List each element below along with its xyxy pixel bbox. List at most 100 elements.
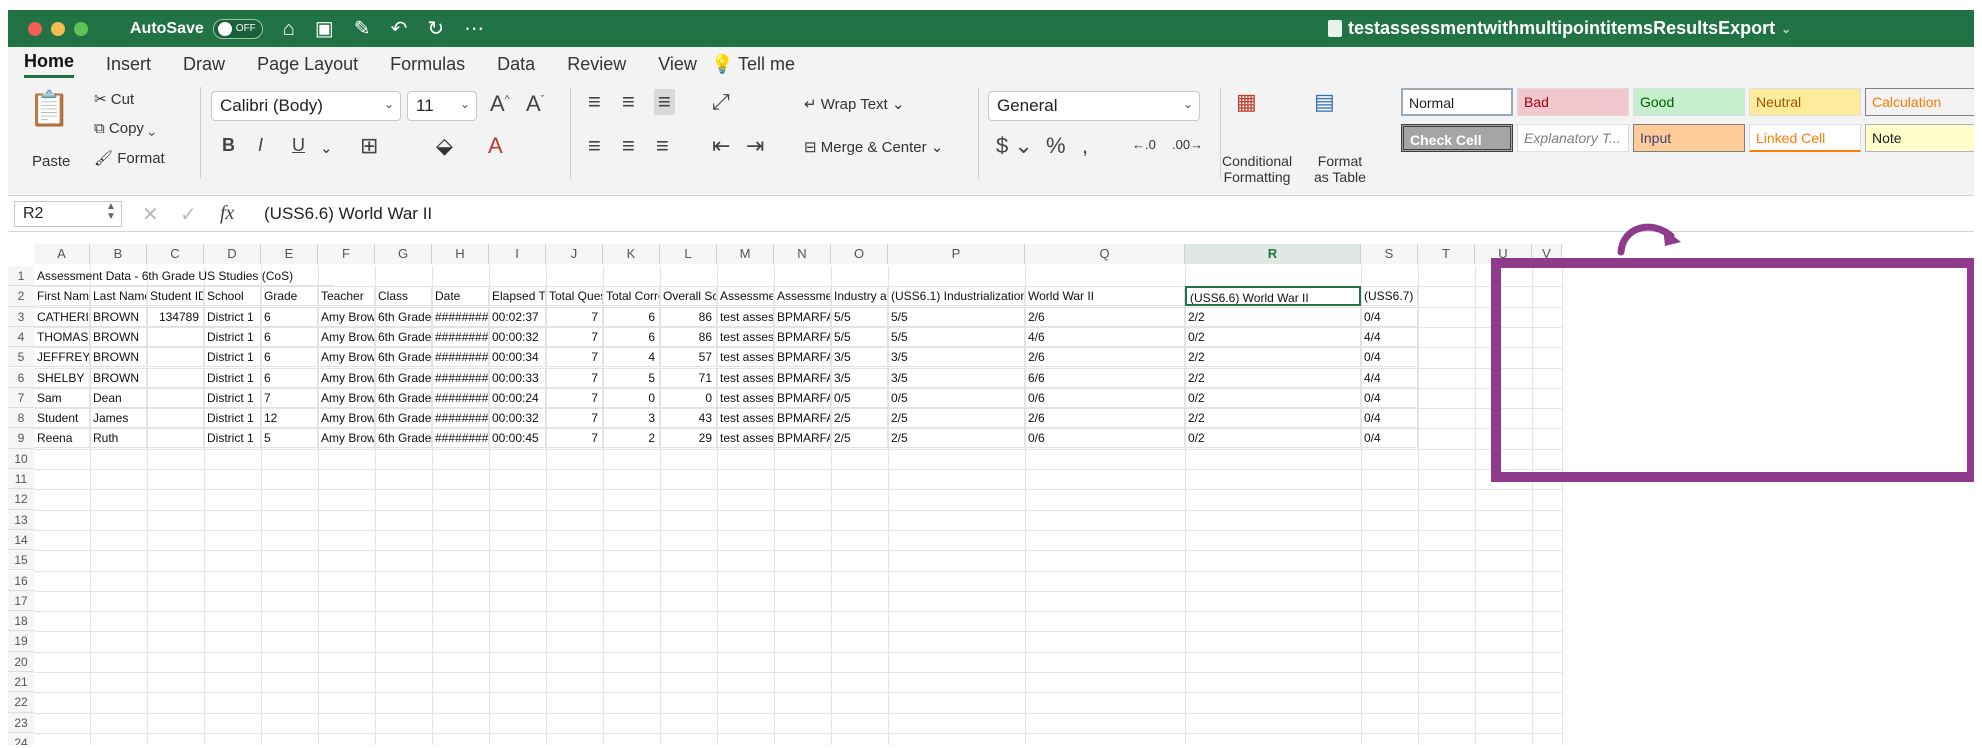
tab-data[interactable]: Data [497, 54, 535, 75]
cell-i4[interactable]: 00:00:32 [489, 326, 546, 347]
cell-i3[interactable]: 00:02:37 [489, 306, 546, 327]
cell-s8[interactable]: 0/4 [1361, 408, 1418, 429]
increase-decimal-icon[interactable]: ←.0 [1132, 137, 1156, 152]
cell-b2[interactable]: Last Name [90, 286, 147, 307]
cell-r6[interactable]: 2/2 [1185, 367, 1361, 388]
cell-l4[interactable]: 86 [660, 326, 717, 347]
cell-k6[interactable]: 5 [603, 367, 660, 388]
style-good[interactable]: Good [1633, 88, 1745, 116]
cell-h6[interactable]: ######### [432, 367, 489, 388]
cell-q4[interactable]: 4/6 [1025, 326, 1185, 347]
column-header-a[interactable]: A [34, 244, 90, 264]
cell-k8[interactable]: 3 [603, 408, 660, 429]
cell-a5[interactable]: JEFFREY [34, 347, 90, 368]
cell-f7[interactable]: Amy Brown [318, 387, 375, 408]
percent-icon[interactable]: % [1046, 133, 1066, 159]
fill-color-icon[interactable]: ⬙ [436, 133, 453, 159]
cell-k5[interactable]: 4 [603, 347, 660, 368]
enter-icon[interactable]: ✓ [180, 202, 197, 227]
bold-button[interactable]: B [222, 135, 235, 156]
cell-n2[interactable]: Assessment [774, 286, 831, 307]
cell-j2[interactable]: Total Quest [546, 286, 603, 307]
autosave-toggle[interactable]: OFF [212, 18, 263, 39]
cell-i8[interactable]: 00:00:32 [489, 408, 546, 429]
cell-q9[interactable]: 0/6 [1025, 428, 1185, 449]
cell-g7[interactable]: 6th Grade S [375, 387, 432, 408]
cell-p5[interactable]: 3/5 [888, 347, 1025, 368]
name-box-stepper-icon[interactable]: ▲ ▼ [106, 202, 116, 222]
cell-a9[interactable]: Reena [34, 428, 90, 449]
column-header-t[interactable]: T [1418, 244, 1475, 264]
borders-icon[interactable]: ⊞ [360, 133, 378, 159]
row-header-20[interactable]: 20 [8, 651, 34, 672]
column-header-k[interactable]: K [603, 244, 660, 264]
cell-a8[interactable]: Student [34, 408, 90, 429]
cell-l9[interactable]: 29 [660, 428, 717, 449]
cell-r2[interactable]: (USS6.6) World War II [1185, 286, 1361, 307]
row-header-1[interactable]: 1 [8, 266, 34, 287]
cell-e2[interactable]: Grade [261, 286, 318, 307]
font-color-icon[interactable]: A [488, 133, 503, 159]
cell-p8[interactable]: 2/5 [888, 408, 1025, 429]
cell-m5[interactable]: test assessn [717, 347, 774, 368]
cell-a4[interactable]: THOMAS [34, 326, 90, 347]
undo-icon[interactable]: ↶ [391, 19, 408, 39]
paste-icon[interactable]: 📋 [28, 89, 70, 129]
close-window-button[interactable] [28, 21, 42, 36]
row-header-14[interactable]: 14 [8, 529, 34, 551]
italic-button[interactable]: I [258, 135, 263, 156]
save-as-icon[interactable]: ✎ [354, 19, 371, 39]
align-left-icon[interactable]: ≡ [588, 133, 601, 159]
cell-r7[interactable]: 0/2 [1185, 387, 1361, 408]
cell-c6[interactable] [147, 367, 204, 388]
comma-style-icon[interactable]: , [1082, 133, 1088, 159]
row-header-9[interactable]: 9 [8, 428, 34, 449]
formula-input[interactable]: (USS6.6) World War II [264, 204, 432, 224]
column-header-s[interactable]: S [1361, 244, 1418, 264]
cell-j9[interactable]: 7 [546, 428, 603, 449]
column-header-c[interactable]: C [147, 244, 204, 264]
cell-o6[interactable]: 3/5 [831, 367, 888, 388]
column-header-b[interactable]: B [90, 244, 147, 264]
increase-font-icon[interactable]: A^ [490, 91, 509, 117]
row-header-7[interactable]: 7 [8, 387, 34, 409]
cell-h7[interactable]: ######### [432, 387, 489, 408]
cell-e4[interactable]: 6 [261, 326, 318, 347]
row-header-2[interactable]: 2 [8, 286, 34, 307]
format-as-table-icon[interactable]: ▤ [1314, 89, 1335, 115]
row-header-15[interactable]: 15 [8, 550, 34, 571]
cell-f8[interactable]: Amy Brown [318, 408, 375, 429]
cell-d7[interactable]: District 1 [204, 387, 261, 408]
cell-p3[interactable]: 5/5 [888, 306, 1025, 327]
column-header-g[interactable]: G [375, 244, 432, 264]
minimize-window-button[interactable] [51, 21, 65, 36]
cell-d3[interactable]: District 1 [204, 306, 261, 327]
cell-c5[interactable] [147, 347, 204, 368]
cell-d9[interactable]: District 1 [204, 428, 261, 449]
row-header-13[interactable]: 13 [8, 509, 34, 530]
cell-c8[interactable] [147, 408, 204, 429]
cell-s4[interactable]: 4/4 [1361, 326, 1418, 347]
cell-g9[interactable]: 6th Grade S [375, 428, 432, 449]
cell-i9[interactable]: 00:00:45 [489, 428, 546, 449]
column-header-u[interactable]: U [1475, 244, 1532, 264]
style-bad[interactable]: Bad [1517, 88, 1629, 116]
cell-g8[interactable]: 6th Grade S [375, 408, 432, 429]
cell-q3[interactable]: 2/6 [1025, 306, 1185, 327]
cell-m4[interactable]: test assessn [717, 326, 774, 347]
row-header-4[interactable]: 4 [8, 326, 34, 348]
cell-n9[interactable]: BPMARFAN [774, 428, 831, 449]
row-header-3[interactable]: 3 [8, 306, 34, 327]
cell-h3[interactable]: ######### [432, 306, 489, 327]
cell-m9[interactable]: test assessn [717, 428, 774, 449]
cell-e3[interactable]: 6 [261, 306, 318, 327]
cell-g3[interactable]: 6th Grade S [375, 306, 432, 327]
cell-r5[interactable]: 2/2 [1185, 347, 1361, 368]
cell-h9[interactable]: ######### [432, 428, 489, 449]
wrap-text-button[interactable]: ↵ Wrap Text ⌄ [804, 95, 904, 113]
cell-g6[interactable]: 6th Grade S [375, 367, 432, 388]
column-header-p[interactable]: P [888, 244, 1025, 264]
format-painter-button[interactable]: 🖌 Format [94, 149, 165, 167]
style-neutral[interactable]: Neutral [1749, 88, 1861, 116]
cell-b3[interactable]: BROWN [90, 306, 147, 327]
